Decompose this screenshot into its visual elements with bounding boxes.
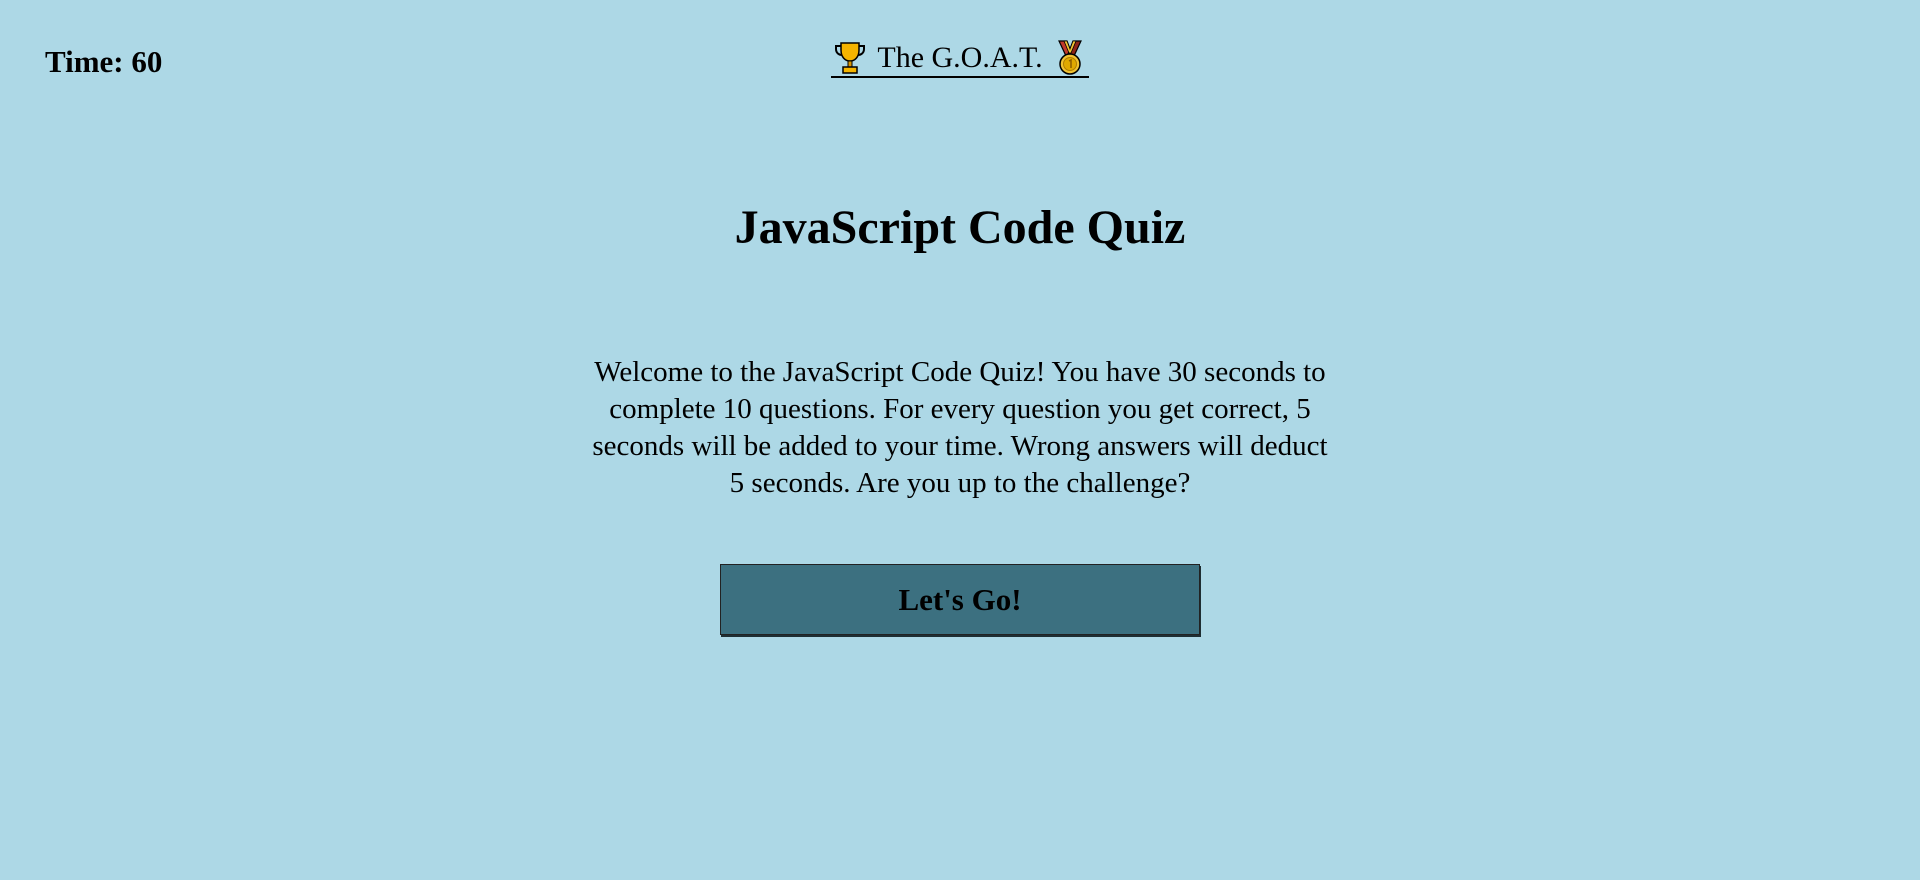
highscores-link[interactable]: The G.O.A.T. [831,40,1089,78]
highscores-link-text: The G.O.A.T. [877,41,1043,74]
medal-icon [1053,40,1087,76]
trophy-icon [833,40,867,76]
quiz-intro-text: Welcome to the JavaScript Code Quiz! You… [592,356,1328,499]
quiz-page: Time: 60 The G.O.A.T. JavaScript Code Qu… [0,0,1920,880]
highscores-link-container: The G.O.A.T. [0,40,1920,87]
start-quiz-button[interactable]: Let's Go! [720,564,1200,635]
page-title: JavaScript Code Quiz [734,201,1186,254]
